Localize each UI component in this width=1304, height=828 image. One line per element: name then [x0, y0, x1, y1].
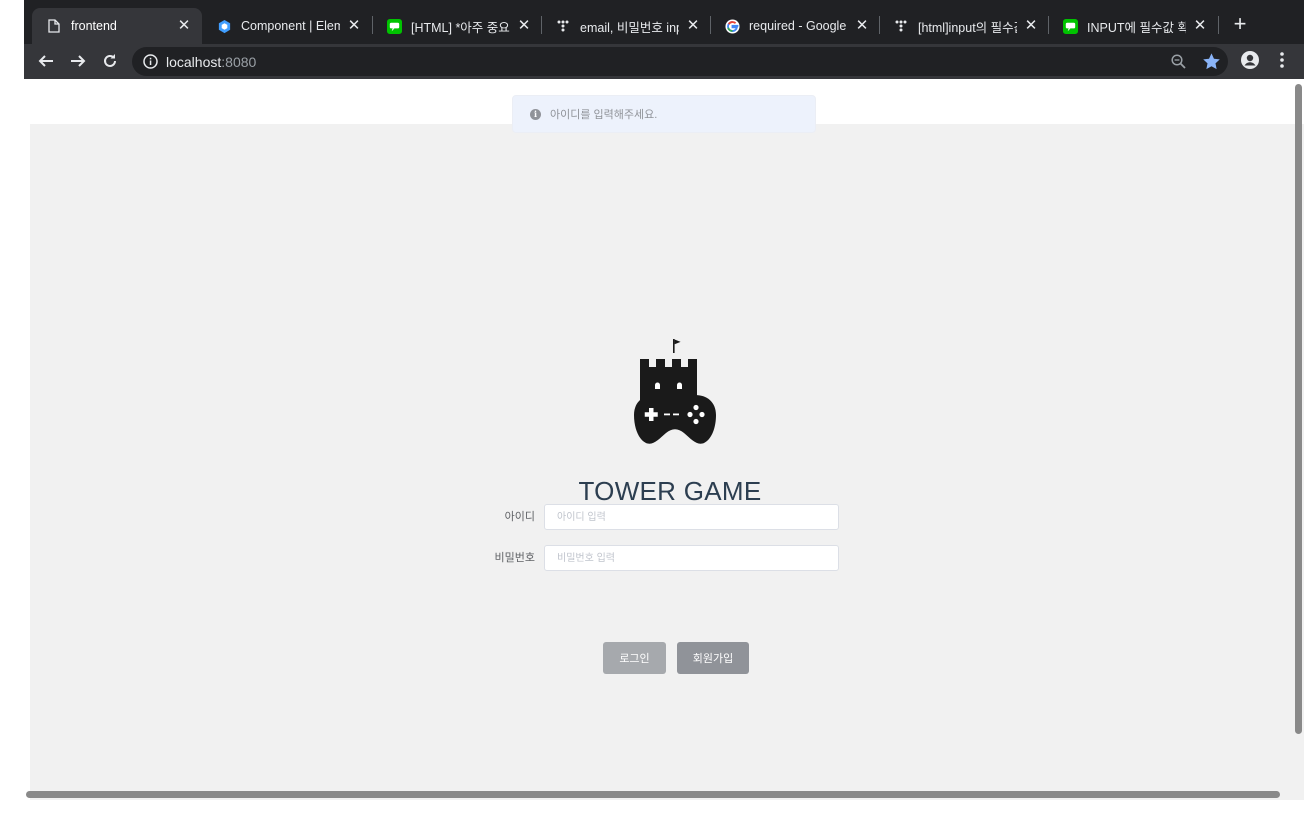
- toast-text: 아이디를 입력해주세요.: [550, 109, 658, 121]
- tab-strip: frontend ✕ Component | Elem ✕ [HTML] *아주…: [24, 0, 1304, 44]
- vertical-scrollbar[interactable]: [1295, 84, 1302, 734]
- password-input[interactable]: [544, 545, 839, 571]
- password-form-item: 비밀번호: [470, 545, 840, 571]
- zoom-icon[interactable]: [1170, 53, 1187, 70]
- reload-icon[interactable]: [98, 49, 122, 73]
- close-icon[interactable]: ✕: [346, 18, 362, 34]
- page-viewport: TOWER GAME 아이디 비밀번호 로그인 회원가입 i 아이디를 입력해주…: [24, 79, 1304, 828]
- tab-title: frontend: [71, 19, 117, 33]
- brand-title: TOWER GAME: [578, 476, 762, 506]
- username-label: 아이디: [504, 511, 535, 523]
- username-input[interactable]: [544, 504, 839, 530]
- line-icon: [1062, 18, 1078, 34]
- tab-title: Component | Elem: [241, 19, 340, 33]
- line-icon: [386, 18, 402, 34]
- url-host: localhost: [166, 54, 222, 70]
- tab-component-element[interactable]: Component | Elem ✕: [202, 8, 372, 44]
- close-icon[interactable]: ✕: [516, 18, 532, 34]
- close-icon[interactable]: ✕: [854, 18, 870, 34]
- password-label: 비밀번호: [494, 552, 535, 564]
- tab-title: email, 비밀번호 inpu: [580, 20, 679, 35]
- tab-title: [html]input의 필수값: [918, 20, 1017, 35]
- element-ui-icon: [216, 18, 232, 34]
- url-port: :8080: [221, 54, 257, 70]
- bookmark-star-icon[interactable]: [1202, 52, 1221, 71]
- tab-title: [HTML] *아주 중요*: [411, 20, 510, 35]
- address-bar[interactable]: localhost:8080: [132, 47, 1228, 76]
- horizontal-scrollbar[interactable]: [26, 791, 1280, 798]
- login-page: TOWER GAME 아이디 비밀번호 로그인 회원가입: [30, 124, 1304, 800]
- tistory-icon: [893, 18, 909, 34]
- close-icon[interactable]: ✕: [176, 18, 192, 34]
- login-button[interactable]: 로그인: [603, 642, 666, 674]
- page-icon: [46, 18, 62, 34]
- close-icon[interactable]: ✕: [1192, 18, 1208, 34]
- profile-icon[interactable]: [1240, 50, 1260, 70]
- close-icon[interactable]: ✕: [1023, 18, 1039, 34]
- back-icon[interactable]: [34, 49, 58, 73]
- google-icon: [724, 18, 740, 34]
- tower-game-logo: [634, 339, 716, 444]
- tab-html-important[interactable]: [HTML] *아주 중요* ✕: [372, 8, 542, 44]
- tab-divider: [1218, 16, 1219, 34]
- tab-html-input-required[interactable]: [html]input의 필수값 ✕: [879, 8, 1049, 44]
- close-icon[interactable]: ✕: [685, 18, 701, 34]
- new-tab-button[interactable]: +: [1230, 12, 1250, 36]
- tistory-icon: [555, 18, 571, 34]
- signup-button[interactable]: 회원가입: [677, 642, 749, 674]
- tab-google-required[interactable]: required - Google ✕: [710, 8, 880, 44]
- browser-chrome: frontend ✕ Component | Elem ✕ [HTML] *아주…: [24, 0, 1304, 79]
- site-info-icon[interactable]: [142, 53, 159, 70]
- forward-icon[interactable]: [66, 49, 90, 73]
- browser-toolbar: localhost:8080: [24, 44, 1304, 79]
- url-text: localhost:8080: [166, 54, 256, 70]
- toast-message: i 아이디를 입력해주세요.: [512, 95, 816, 133]
- tab-frontend[interactable]: frontend ✕: [32, 8, 202, 44]
- browser-menu-icon[interactable]: [1274, 50, 1290, 70]
- tab-input-required-check[interactable]: INPUT에 필수값 확인 ✕: [1048, 8, 1218, 44]
- tab-title: required - Google: [749, 19, 847, 33]
- info-icon: i: [530, 108, 541, 120]
- tab-title: INPUT에 필수값 확인: [1087, 20, 1186, 35]
- username-form-item: 아이디: [470, 504, 840, 530]
- tab-email-password[interactable]: email, 비밀번호 inpu ✕: [541, 8, 711, 44]
